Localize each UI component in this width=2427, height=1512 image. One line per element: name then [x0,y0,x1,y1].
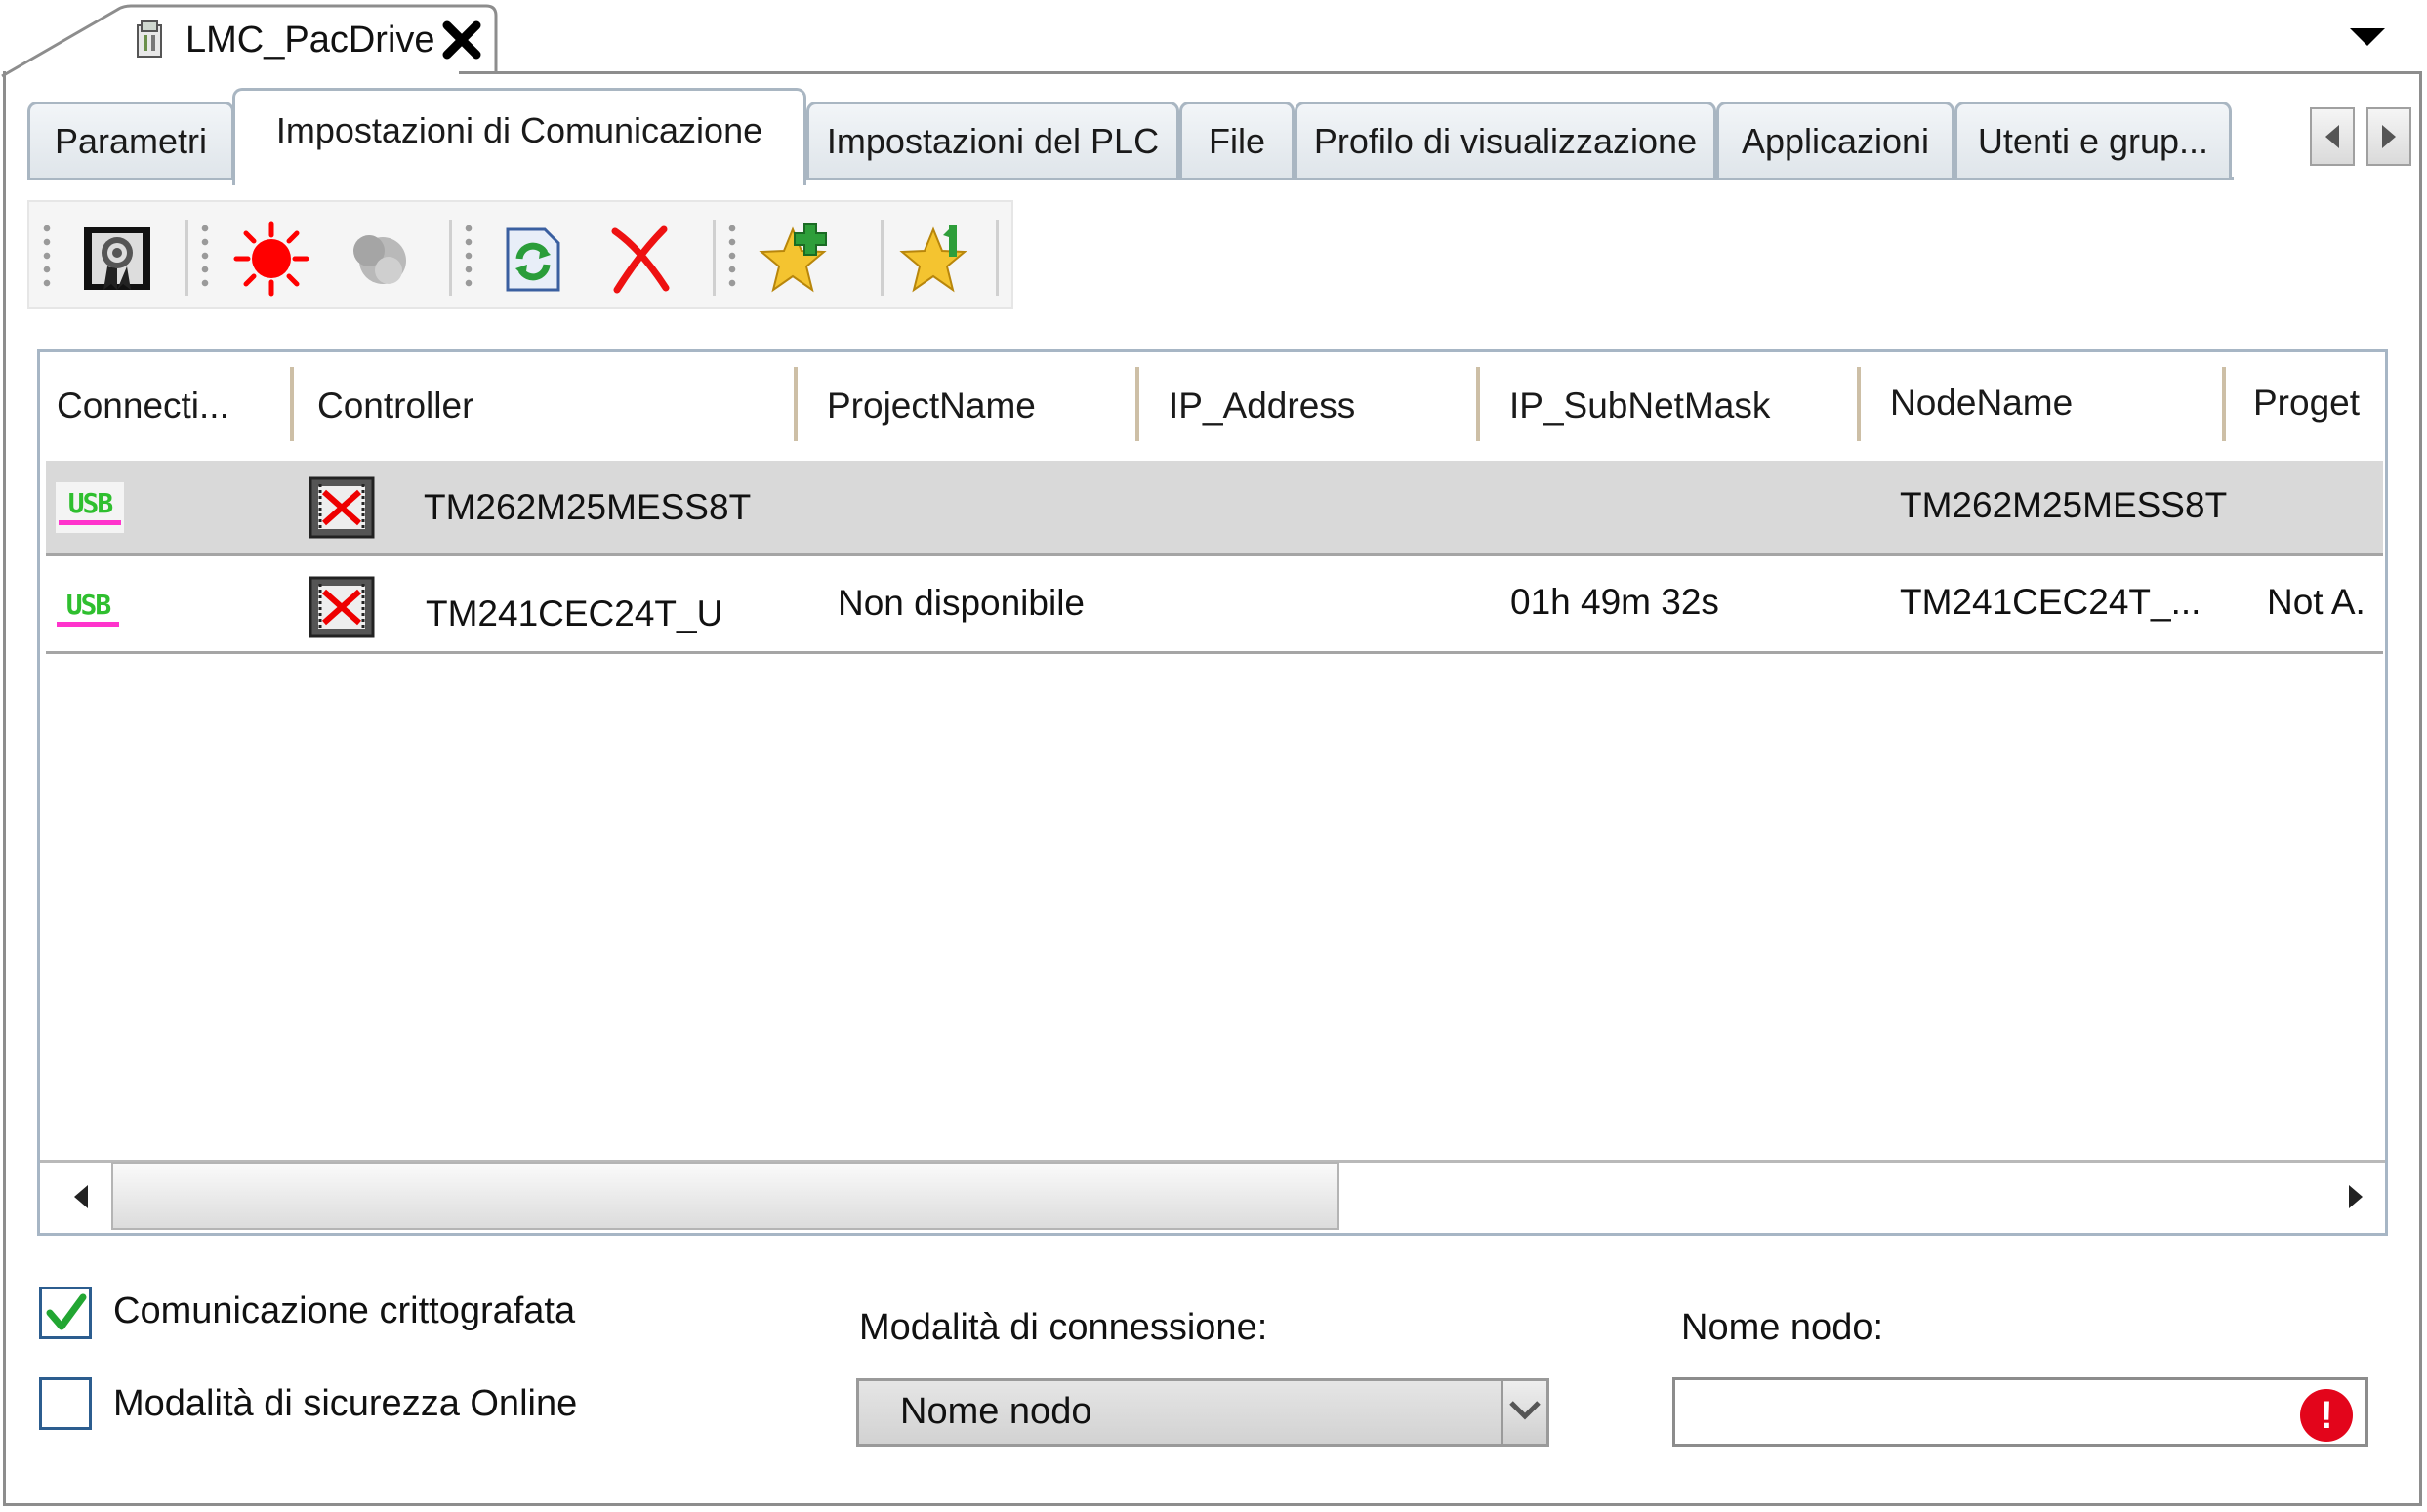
process-status-icon [353,235,406,284]
toolbar-grip[interactable] [43,222,51,292]
column-header-controller[interactable]: Controller [317,386,473,427]
tab-scroll-right-button[interactable] [2366,107,2411,166]
scrollbar-thumb[interactable] [111,1162,1339,1230]
online-secure-mode-label: Modalità di sicurezza Online [113,1383,578,1424]
encrypted-communication-checkbox[interactable] [39,1287,92,1339]
document-tab-title: LMC_PacDrive [185,20,435,61]
column-separator[interactable] [1135,367,1139,441]
flash-led-icon [233,221,309,297]
tab-scroll-left-button[interactable] [2310,107,2355,166]
tab-parametri[interactable]: Parametri [27,102,234,178]
error-icon: ! [2300,1389,2353,1442]
toolbar-separator [996,220,999,296]
connection-mode-label: Modalità di connessione: [859,1307,1268,1348]
column-header-projectname[interactable]: ProjectName [827,386,1036,427]
scroll-left-arrow-icon[interactable] [68,1181,94,1212]
delete-icon [611,225,670,294]
connection-mode-value: Nome nodo [900,1391,1092,1432]
chevron-down-icon [1509,1401,1541,1420]
tab-profilo-visualizzazione[interactable]: Profilo di visualizzazione [1295,102,1716,178]
column-header-nodename[interactable]: NodeName [1890,383,2073,424]
column-separator[interactable] [1857,367,1861,441]
tab-impostazioni-comunicazione[interactable]: Impostazioni di Comunicazione [232,88,806,185]
controller-disconnected-icon [309,576,375,638]
arrow-right-icon [2382,125,2396,148]
delete-button[interactable] [601,220,679,298]
favorite-manage-button[interactable] [898,220,976,298]
toolbar-separator [449,220,452,296]
column-separator[interactable] [290,367,294,441]
toolbar [27,200,1013,309]
add-favorite-button[interactable] [758,220,836,298]
tab-impostazioni-plc[interactable]: Impostazioni del PLC [806,102,1179,178]
cell-controller: TM241CEC24T_U [426,593,723,633]
checkmark-icon [46,1293,87,1330]
toolbar-separator [185,220,188,296]
certificate-button[interactable] [78,220,156,298]
scroll-right-arrow-icon[interactable] [2343,1181,2368,1212]
cell-nodename: TM241CEC24T_... [1900,582,2201,622]
favorite-manage-icon [899,225,967,293]
cell-controller: TM262M25MESS8T [424,487,752,527]
column-separator[interactable] [2222,367,2226,441]
arrow-left-icon [2325,125,2339,148]
toolbar-separator [713,220,716,296]
close-icon[interactable] [439,18,484,62]
controller-disconnected-icon [309,476,375,539]
column-header-proget[interactable]: Proget [2253,383,2360,424]
node-name-input[interactable] [1672,1377,2368,1447]
cell-nodename: TM262M25MESS8T [1900,485,2228,525]
cell-proget: Not A. [2267,582,2365,622]
connection-mode-dropdown-button[interactable] [1501,1381,1546,1444]
flash-led-button[interactable] [232,220,310,298]
chevron-down-icon[interactable] [2348,25,2387,49]
column-separator[interactable] [1476,367,1480,441]
add-favorite-icon [759,223,827,293]
cell-ip-subnetmask: 01h 49m 32s [1510,582,1719,622]
tab-applicazioni[interactable]: Applicazioni [1716,102,1954,178]
refresh-icon [506,227,560,292]
usb-connection-icon: USB [54,584,122,634]
refresh-button[interactable] [494,220,572,298]
cell-projectname: Non disponibile [838,583,1086,623]
node-name-label: Nome nodo: [1681,1307,1884,1348]
toolbar-grip[interactable] [728,222,736,292]
online-secure-mode-checkbox[interactable] [39,1377,92,1430]
tab-utenti-gruppi[interactable]: Utenti e grup... [1954,102,2232,178]
certificate-icon [84,227,150,290]
process-status-button [340,220,418,298]
column-header-ip-subnetmask[interactable]: IP_SubNetMask [1509,386,1770,427]
usb-connection-icon: USB [56,482,124,533]
toolbar-grip[interactable] [465,222,473,292]
toolbar-separator [881,220,884,296]
column-header-ip-address[interactable]: IP_Address [1169,386,1355,427]
device-document-icon [137,20,162,58]
tab-file[interactable]: File [1179,102,1295,178]
toolbar-grip[interactable] [201,222,209,292]
column-separator[interactable] [794,367,798,441]
encrypted-communication-label: Comunicazione crittografata [113,1290,576,1331]
column-header-connection[interactable]: Connecti... [57,386,229,427]
